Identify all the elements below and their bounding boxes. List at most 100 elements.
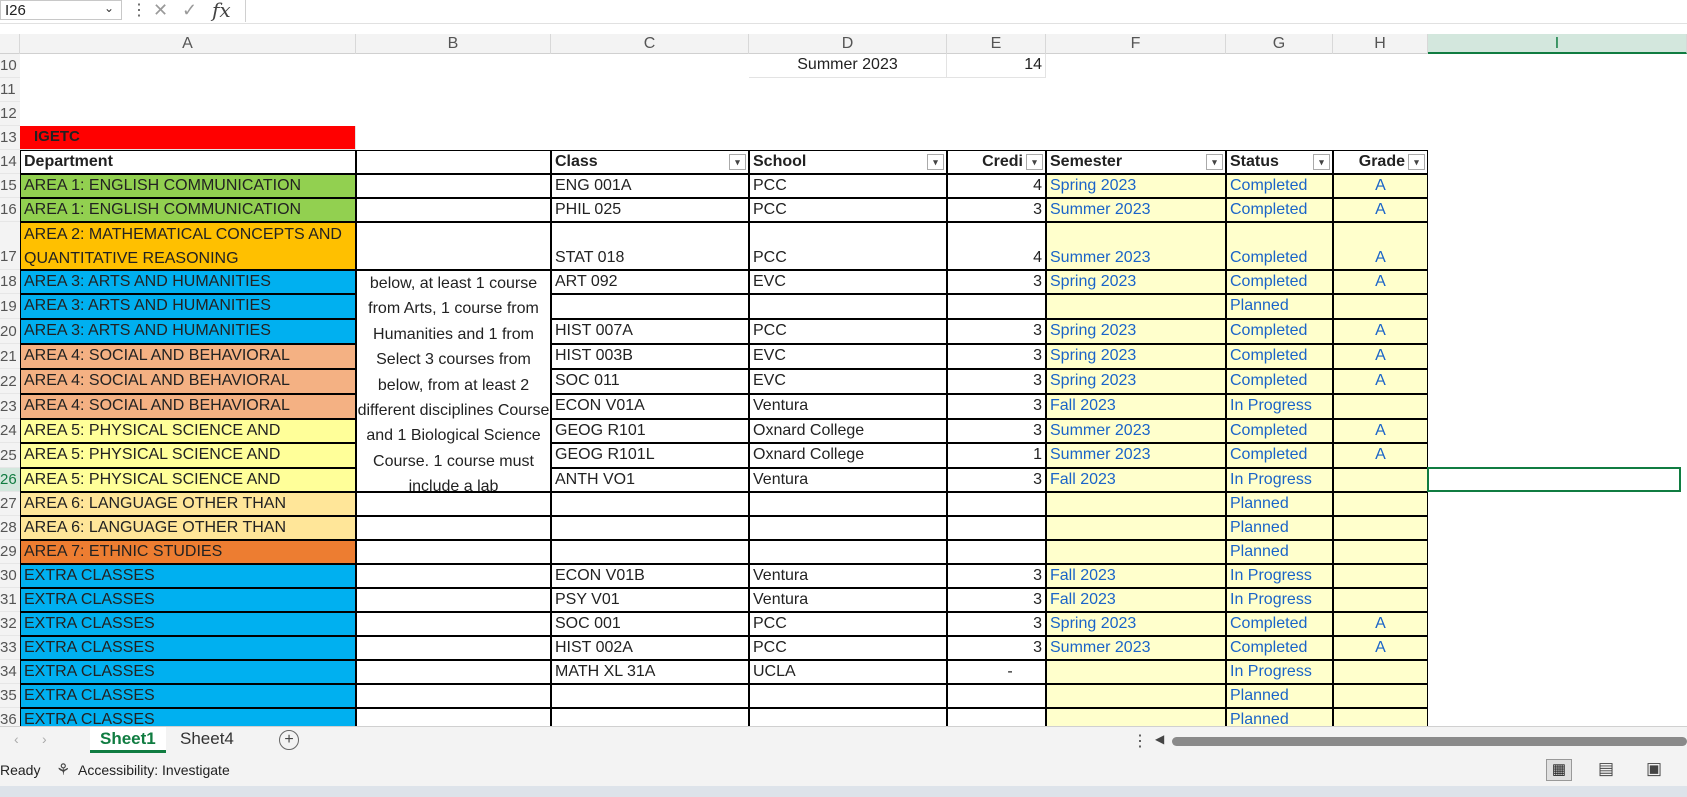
- semester-cell[interactable]: Summer 2023: [1046, 222, 1226, 270]
- class-cell[interactable]: [551, 516, 749, 540]
- grade-cell[interactable]: [1333, 684, 1428, 708]
- credits-cell[interactable]: 3: [947, 369, 1046, 394]
- spreadsheet-grid[interactable]: 10 11 12 13 14 15 16 17 18 19 20 21 22 23 24 25 26 27 28 29…: [0, 54, 1687, 726]
- header-grade[interactable]: Grade ▾: [1333, 150, 1428, 174]
- semester-cell[interactable]: Spring 2023: [1046, 319, 1226, 344]
- class-cell[interactable]: SOC 001: [551, 612, 749, 636]
- blank-cell[interactable]: [356, 222, 551, 270]
- column-header-b[interactable]: B: [356, 34, 551, 54]
- grade-cell[interactable]: [1333, 492, 1428, 516]
- filter-dropdown-icon[interactable]: ▾: [1408, 154, 1425, 170]
- function-icon[interactable]: fx: [212, 0, 231, 22]
- formula-input[interactable]: [245, 0, 1687, 22]
- semester-cell[interactable]: Spring 2023: [1046, 270, 1226, 294]
- selected-cell[interactable]: [1427, 467, 1681, 492]
- class-cell[interactable]: PSY V01: [551, 588, 749, 612]
- school-cell[interactable]: PCC: [749, 174, 947, 198]
- row-header[interactable]: 30: [0, 564, 20, 588]
- grade-cell[interactable]: A: [1333, 270, 1428, 294]
- row-header[interactable]: 24: [0, 419, 20, 443]
- department-cell[interactable]: AREA 3: ARTS AND HUMANITIES: [20, 294, 356, 319]
- grade-cell[interactable]: [1333, 540, 1428, 564]
- school-cell[interactable]: [749, 294, 947, 319]
- department-cell[interactable]: AREA 1: ENGLISH COMMUNICATION: [20, 198, 356, 222]
- class-cell[interactable]: [551, 708, 749, 726]
- row-header[interactable]: 31: [0, 588, 20, 612]
- class-cell[interactable]: SOC 011: [551, 369, 749, 394]
- header-credits[interactable]: Credi ▾: [947, 150, 1046, 174]
- status-cell[interactable]: Completed: [1226, 443, 1333, 468]
- school-cell[interactable]: Ventura: [749, 588, 947, 612]
- filter-dropdown-icon[interactable]: ▾: [1206, 154, 1223, 170]
- school-cell[interactable]: [749, 492, 947, 516]
- class-cell[interactable]: [551, 684, 749, 708]
- department-cell[interactable]: EXTRA CLASSES: [20, 612, 356, 636]
- department-cell[interactable]: AREA 6: LANGUAGE OTHER THAN ENGLISH: [20, 492, 356, 516]
- row-header[interactable]: 18: [0, 270, 20, 294]
- blank-cell[interactable]: [356, 540, 551, 564]
- row-header[interactable]: 15: [0, 174, 20, 198]
- normal-view-icon[interactable]: ▦: [1546, 759, 1572, 781]
- department-cell[interactable]: EXTRA CLASSES: [20, 660, 356, 684]
- school-cell[interactable]: PCC: [749, 612, 947, 636]
- header-blank[interactable]: [356, 150, 551, 174]
- blank-cell[interactable]: [356, 564, 551, 588]
- credits-cell[interactable]: 3: [947, 419, 1046, 443]
- grade-cell[interactable]: [1333, 708, 1428, 726]
- scroll-left-arrow-icon[interactable]: ◀: [1155, 732, 1164, 746]
- status-cell[interactable]: Planned: [1226, 516, 1333, 540]
- grade-cell[interactable]: A: [1333, 369, 1428, 394]
- credits-cell[interactable]: 3: [947, 270, 1046, 294]
- grade-cell[interactable]: [1333, 394, 1428, 419]
- semester-cell[interactable]: [1046, 294, 1226, 319]
- semester-cell[interactable]: Fall 2023: [1046, 564, 1226, 588]
- credits-cell[interactable]: 3: [947, 198, 1046, 222]
- grade-cell[interactable]: A: [1333, 222, 1428, 270]
- department-cell[interactable]: AREA 5: PHYSICAL SCIENCE AND BIOLOGICAL: [20, 443, 356, 468]
- row-header[interactable]: 25: [0, 443, 20, 468]
- row-header[interactable]: 29: [0, 540, 20, 564]
- school-cell[interactable]: EVC: [749, 344, 947, 369]
- class-cell[interactable]: MATH XL 31A: [551, 660, 749, 684]
- class-cell[interactable]: HIST 007A: [551, 319, 749, 344]
- blank-cell[interactable]: [356, 684, 551, 708]
- department-cell[interactable]: AREA 7: ETHNIC STUDIES: [20, 540, 356, 564]
- blank-cell[interactable]: [356, 198, 551, 222]
- semester-cell[interactable]: [1046, 660, 1226, 684]
- status-cell[interactable]: In Progress: [1226, 468, 1333, 492]
- semester-cell[interactable]: Summer 2023: [1046, 198, 1226, 222]
- header-status[interactable]: Status ▾: [1226, 150, 1333, 174]
- credits-cell[interactable]: [947, 540, 1046, 564]
- credits-cell[interactable]: [947, 708, 1046, 726]
- school-cell[interactable]: [749, 516, 947, 540]
- add-sheet-icon[interactable]: +: [279, 730, 299, 750]
- row-header[interactable]: 22: [0, 369, 20, 394]
- grade-cell[interactable]: A: [1333, 174, 1428, 198]
- school-cell[interactable]: Ventura: [749, 394, 947, 419]
- credits-cell[interactable]: 3: [947, 612, 1046, 636]
- scroll-right-icon[interactable]: ›: [42, 731, 47, 747]
- class-cell[interactable]: ART 092: [551, 270, 749, 294]
- more-vertical-icon[interactable]: ⋮: [1132, 731, 1148, 751]
- status-cell[interactable]: Planned: [1226, 684, 1333, 708]
- credits-cell[interactable]: 3: [947, 319, 1046, 344]
- semester-cell[interactable]: [1046, 684, 1226, 708]
- igetc-note[interactable]: below, at least 1 course from Arts, 1 co…: [357, 271, 550, 495]
- semester-cell[interactable]: Spring 2023: [1046, 174, 1226, 198]
- credits-cell[interactable]: 4: [947, 174, 1046, 198]
- credits-cell[interactable]: [947, 684, 1046, 708]
- status-cell[interactable]: Completed: [1226, 270, 1333, 294]
- semester-cell[interactable]: [1046, 540, 1226, 564]
- class-cell[interactable]: ECON V01A: [551, 394, 749, 419]
- department-cell[interactable]: EXTRA CLASSES: [20, 684, 356, 708]
- column-header-i[interactable]: I: [1428, 34, 1687, 54]
- status-cell[interactable]: In Progress: [1226, 660, 1333, 684]
- status-cell[interactable]: Completed: [1226, 344, 1333, 369]
- status-cell[interactable]: Completed: [1226, 198, 1333, 222]
- accessibility-icon[interactable]: ⚘: [56, 760, 70, 780]
- credits-cell[interactable]: 3: [947, 344, 1046, 369]
- column-header-h[interactable]: H: [1333, 34, 1428, 54]
- department-cell[interactable]: EXTRA CLASSES: [20, 636, 356, 660]
- school-cell[interactable]: Ventura: [749, 564, 947, 588]
- row-header[interactable]: 34: [0, 660, 20, 684]
